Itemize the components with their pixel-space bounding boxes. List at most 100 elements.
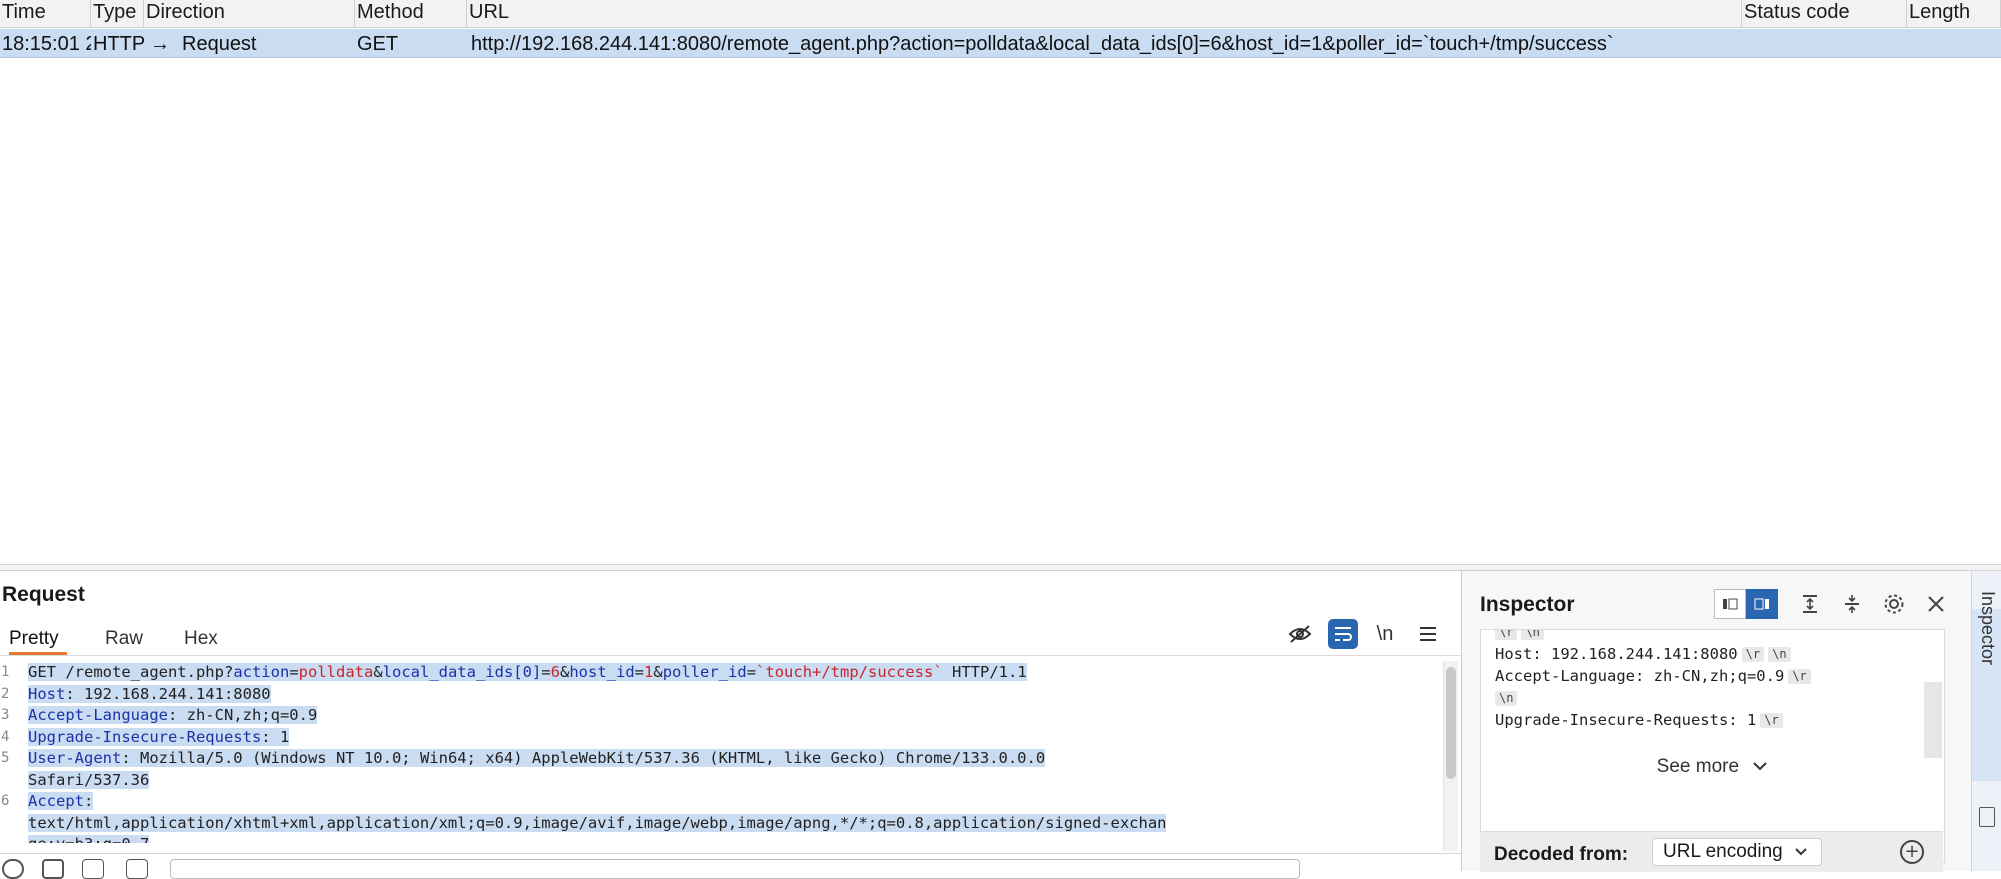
code-line: Host: 192.168.244.141:8080 xyxy=(28,684,271,706)
tabs-divider xyxy=(0,655,1461,656)
line-number: 3 xyxy=(1,707,10,723)
token-text: = xyxy=(746,663,757,681)
header-line: Upgrade-Insecure-Requests: 1 \r xyxy=(1495,710,1783,732)
expand-icon[interactable] xyxy=(1794,589,1826,619)
header-line-text: Upgrade-Insecure-Requests: 1 xyxy=(1495,711,1757,729)
token-text: GET /remote_agent.php? xyxy=(28,663,234,681)
escape-badge: \r xyxy=(1495,630,1518,640)
hide-eye-icon[interactable] xyxy=(1285,619,1315,649)
code-line: ge;v=b3;q=0.7 xyxy=(28,834,150,843)
pane-splitter[interactable] xyxy=(0,564,2001,571)
see-more-button[interactable]: See more xyxy=(1481,756,1944,778)
decoded-from-bar: Decoded from: URL encoding + xyxy=(1480,831,1943,872)
row-type: HTTP xyxy=(93,33,144,55)
column-header-method[interactable]: Method xyxy=(355,0,467,27)
token-key: Accept-Language xyxy=(28,706,168,724)
token-key: local_data_ids[0] xyxy=(382,663,542,681)
code-line: User-Agent: Mozilla/5.0 (Windows NT 10.0… xyxy=(28,748,1046,770)
column-header-length[interactable]: Length xyxy=(1907,0,2001,27)
token-text: Safari/537.36 xyxy=(28,770,150,789)
help-icon[interactable] xyxy=(2,859,24,879)
token-text: & xyxy=(653,663,663,681)
code-line: Accept-Language: zh-CN,zh;q=0.9 xyxy=(28,705,318,727)
settings-icon[interactable] xyxy=(42,859,64,879)
token-text: text/html,application/xhtml+xml,applicat… xyxy=(28,813,1167,832)
tab-raw[interactable]: Raw xyxy=(105,623,143,655)
column-header-time[interactable]: Time xyxy=(0,0,91,27)
layout-right-icon[interactable] xyxy=(1746,589,1778,619)
menu-icon[interactable] xyxy=(1413,619,1443,649)
escape-badge: \n xyxy=(1521,630,1544,640)
code-line: Upgrade-Insecure-Requests: 1 xyxy=(28,727,290,749)
token-key: action xyxy=(233,663,290,681)
row-time: 18:15:01 2... xyxy=(2,33,91,55)
notes-icon[interactable] xyxy=(1979,807,1995,827)
decoding-select-value: URL encoding xyxy=(1663,841,1783,862)
token-value: `touch+/tmp/success` xyxy=(756,663,943,681)
line-number: 6 xyxy=(1,793,10,809)
token-text: HTTP/1.1 xyxy=(942,663,1027,681)
search-input[interactable] xyxy=(170,859,1300,879)
rail-tab-label: Inspector xyxy=(1978,591,1998,666)
token-text: : xyxy=(84,792,94,810)
column-header-type[interactable]: Type xyxy=(91,0,144,27)
layout-left-icon[interactable] xyxy=(1714,589,1746,619)
code-line: Accept: xyxy=(28,791,94,813)
escape-badge: \r xyxy=(1788,669,1811,684)
request-editor[interactable]: 1 GET /remote_agent.php?action=polldata&l… xyxy=(0,657,1440,843)
token-key: Host xyxy=(28,684,66,703)
token-key: poller_id xyxy=(662,663,747,681)
token-key: host_id xyxy=(569,663,635,681)
token-text: = xyxy=(289,663,299,681)
code-line: text/html,application/xhtml+xml,applicat… xyxy=(28,813,1167,835)
newline-icon[interactable]: \n xyxy=(1370,619,1400,649)
token-value: 6 xyxy=(550,663,560,681)
back-arrow-icon[interactable] xyxy=(82,859,104,879)
token-key: Upgrade-Insecure-Requests xyxy=(28,727,262,746)
table-header: Time Type Direction Method URL Status code Len… xyxy=(0,0,2001,28)
history-empty-area xyxy=(0,58,2001,564)
token-value: 1 xyxy=(644,663,654,681)
line-number: 1 xyxy=(1,664,10,680)
token-text: ge;v=b3;q=0.7 xyxy=(28,835,149,843)
add-decoding-icon[interactable]: + xyxy=(1900,840,1924,864)
inspector-scrollbar[interactable] xyxy=(1924,682,1942,758)
decoded-from-label: Decoded from: xyxy=(1494,844,1629,865)
chevron-down-icon xyxy=(1795,848,1807,856)
panel-title: Request xyxy=(2,583,85,606)
token-key: Accept xyxy=(28,792,84,810)
word-wrap-icon[interactable] xyxy=(1328,619,1358,649)
token-text: = xyxy=(541,663,551,681)
token-text: : 1 xyxy=(261,727,290,746)
close-icon[interactable] xyxy=(1920,589,1952,619)
collapse-icon[interactable] xyxy=(1836,589,1868,619)
code-line: Safari/537.36 xyxy=(28,770,150,792)
table-row[interactable]: 18:15:01 2... HTTP → Request GET http://1… xyxy=(0,29,2001,58)
decoding-select[interactable]: URL encoding xyxy=(1652,838,1822,866)
tab-pretty[interactable]: Pretty xyxy=(9,623,67,655)
token-value: polldata xyxy=(298,663,374,681)
token-text: : Mozilla/5.0 (Windows NT 10.0; Win64; x… xyxy=(121,749,1046,767)
row-url: http://192.168.244.141:8080/remote_agent… xyxy=(471,33,1614,55)
scrollbar-thumb[interactable] xyxy=(1446,667,1456,779)
chevron-down-icon xyxy=(1753,762,1768,771)
header-line: Host: 192.168.244.141:8080 \r \n xyxy=(1495,644,1791,666)
tab-hex[interactable]: Hex xyxy=(184,623,218,655)
escape-badge: \n xyxy=(1768,647,1791,662)
editor-scrollbar[interactable] xyxy=(1443,661,1458,851)
request-panel: Request Pretty Raw Hex \n 1 GET /remote_a… xyxy=(0,571,1461,879)
row-direction-label: Request xyxy=(182,33,257,55)
escape-badge: \r xyxy=(1760,713,1783,728)
search-bar xyxy=(0,853,1461,879)
gear-icon[interactable] xyxy=(1878,589,1910,619)
column-header-direction[interactable]: Direction xyxy=(144,0,355,27)
token-text: : 192.168.244.141:8080 xyxy=(65,684,271,703)
header-line: \r \n xyxy=(1495,630,1544,644)
forward-arrow-icon[interactable] xyxy=(126,859,148,879)
column-header-url[interactable]: URL xyxy=(467,0,1742,27)
token-text: & xyxy=(373,663,383,681)
column-header-status-code[interactable]: Status code xyxy=(1742,0,1907,27)
header-line-text: Host: 192.168.244.141:8080 xyxy=(1495,645,1738,663)
code-line: GET /remote_agent.php?action=polldata&lo… xyxy=(28,662,1027,684)
header-line: \n xyxy=(1495,688,1518,710)
